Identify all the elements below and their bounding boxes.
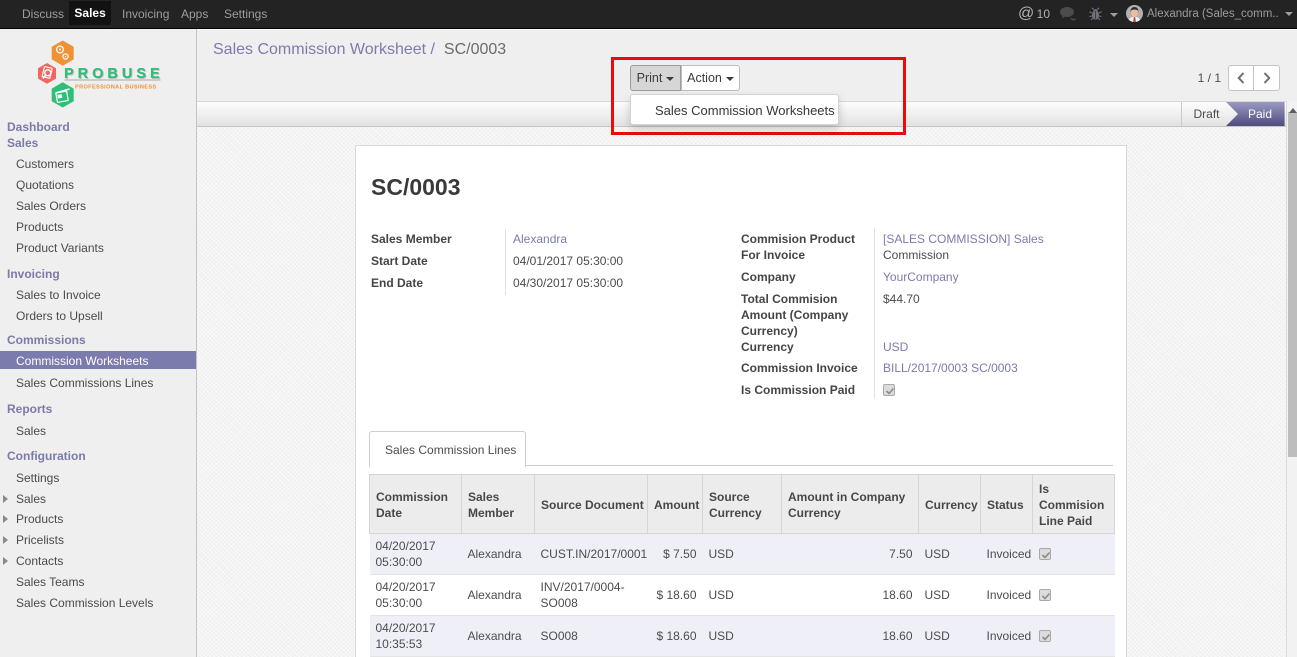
- svg-text:PROFESSIONAL BUSINESS: PROFESSIONAL BUSINESS: [75, 85, 157, 91]
